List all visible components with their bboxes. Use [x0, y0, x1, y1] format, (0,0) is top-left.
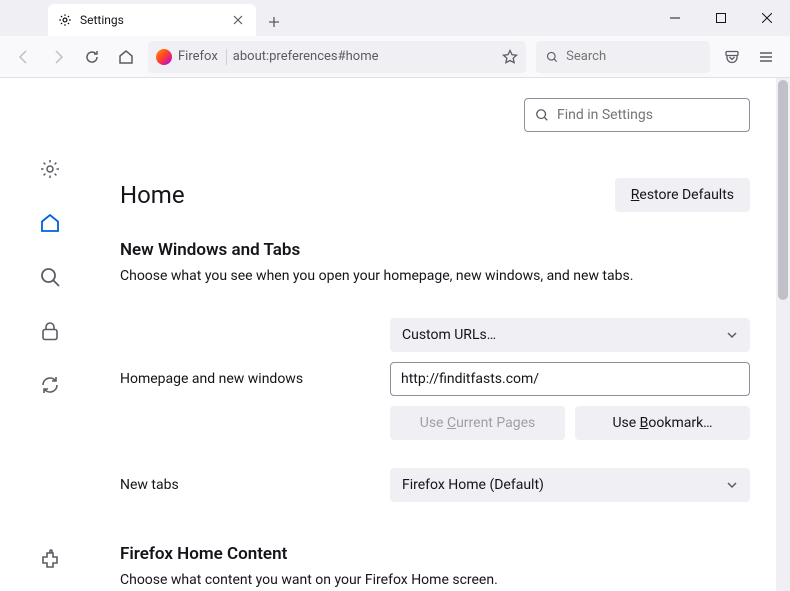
newtabs-label: New tabs — [120, 477, 370, 493]
url-text: about:preferences#home — [233, 49, 496, 64]
toolbar: Firefox about:preferences#home — [0, 36, 790, 78]
back-button[interactable] — [8, 41, 40, 73]
forward-button[interactable] — [42, 41, 74, 73]
nav-general-icon[interactable] — [39, 158, 61, 180]
maximize-button[interactable] — [698, 0, 744, 36]
find-in-settings[interactable] — [524, 98, 750, 132]
minimize-button[interactable] — [652, 0, 698, 36]
bookmark-star-icon[interactable] — [502, 49, 518, 65]
scrollbar-thumb[interactable] — [778, 80, 788, 300]
nav-privacy-icon[interactable] — [39, 320, 61, 342]
homepage-mode-dropdown[interactable]: Custom URLs… — [390, 318, 750, 352]
homepage-url-input[interactable] — [390, 362, 750, 396]
use-bookmark-button[interactable]: Use Bookmark… — [575, 406, 750, 440]
nav-extensions-icon[interactable] — [39, 549, 61, 571]
identity-box[interactable]: Firefox — [156, 49, 227, 65]
titlebar: Settings — [0, 0, 790, 36]
firefox-home-content-desc: Choose what content you want on your Fir… — [120, 572, 750, 588]
nav-search-icon[interactable] — [39, 266, 61, 288]
find-input[interactable] — [557, 107, 739, 123]
page-title: Home — [120, 181, 185, 209]
close-window-button[interactable] — [744, 0, 790, 36]
homepage-label: Homepage and new windows — [120, 371, 370, 387]
close-icon[interactable] — [230, 12, 246, 28]
new-windows-tabs-title: New Windows and Tabs — [120, 240, 750, 260]
window-controls — [652, 0, 790, 36]
search-bar[interactable] — [536, 41, 710, 73]
restore-defaults-button[interactable]: Restore Defaults — [615, 178, 750, 212]
pocket-button[interactable] — [716, 41, 748, 73]
tab-title: Settings — [80, 13, 222, 27]
firefox-home-content-title: Firefox Home Content — [120, 544, 750, 564]
scrollbar[interactable] — [776, 78, 790, 591]
firefox-logo-icon — [156, 49, 172, 65]
dropdown-value: Firefox Home (Default) — [402, 477, 544, 493]
search-icon — [535, 108, 549, 122]
search-input[interactable] — [566, 49, 700, 64]
browser-tab[interactable]: Settings — [48, 4, 256, 36]
settings-sidebar — [0, 78, 100, 591]
newtabs-dropdown[interactable]: Firefox Home (Default) — [390, 468, 750, 502]
new-tab-button[interactable] — [260, 8, 288, 36]
nav-home-icon[interactable] — [39, 212, 61, 234]
new-windows-tabs-desc: Choose what you see when you open your h… — [120, 268, 750, 284]
home-button[interactable] — [110, 41, 142, 73]
use-current-pages-button[interactable]: Use Current Pages — [390, 406, 565, 440]
settings-main: Home Restore Defaults New Windows and Ta… — [100, 78, 790, 591]
chevron-down-icon — [726, 329, 738, 341]
gear-icon — [58, 13, 72, 27]
chevron-down-icon — [726, 479, 738, 491]
content-area: Home Restore Defaults New Windows and Ta… — [0, 78, 790, 591]
nav-sync-icon[interactable] — [39, 374, 61, 396]
identity-label: Firefox — [178, 49, 218, 64]
menu-button[interactable] — [750, 41, 782, 73]
dropdown-value: Custom URLs… — [402, 327, 496, 343]
url-bar[interactable]: Firefox about:preferences#home — [148, 41, 526, 73]
search-icon — [546, 50, 558, 64]
reload-button[interactable] — [76, 41, 108, 73]
section-header: Home Restore Defaults — [120, 178, 750, 212]
